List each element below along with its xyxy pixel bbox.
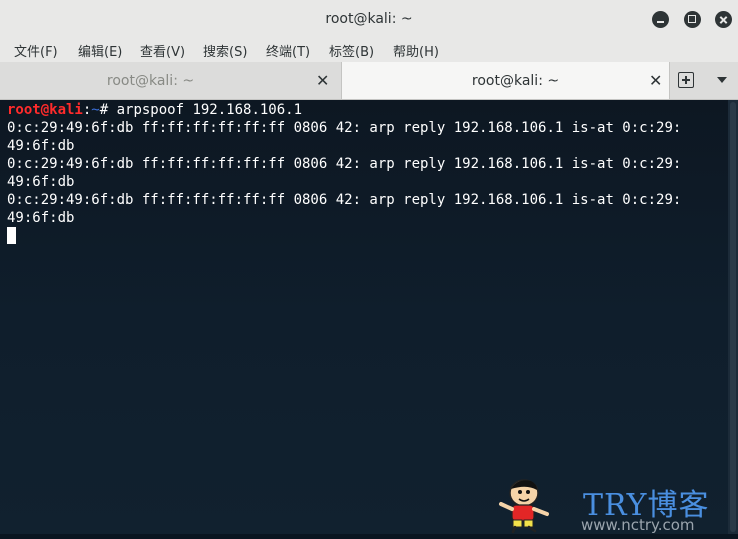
menu-bar: 文件(F) 编辑(E) 查看(V) 搜索(S) 终端(T) 标签(B) 帮助(H… [0,38,738,62]
tab-2[interactable]: root@kali: ~ ✕ [341,62,670,99]
watermark-url: www.nctry.com [581,516,695,534]
tab-close-icon[interactable]: ✕ [649,71,662,90]
prompt-path: ~ [91,102,100,118]
output-line: 0:c:29:49:6f:db ff:ff:ff:ff:ff:ff 0806 4… [7,120,682,136]
output-line: 49:6f:db [7,174,75,190]
command-text: arpspoof 192.168.106.1 [116,102,303,118]
tab-2-label: root@kali: ~ [471,73,560,89]
new-tab-icon[interactable] [678,72,694,88]
tab-bar: root@kali: ~ ✕ root@kali: ~ ✕ [0,62,738,100]
window-title: root@kali: ~ [325,11,413,27]
terminal-output[interactable]: root@kali:~# arpspoof 192.168.106.1 0:c:… [0,100,728,534]
menu-file[interactable]: 文件(F) [14,41,58,60]
output-line: 0:c:29:49:6f:db ff:ff:ff:ff:ff:ff 0806 4… [7,192,682,208]
menu-search[interactable]: 搜索(S) [203,41,247,60]
watermark: TRY博客 www.nctry.com [497,476,727,536]
menu-edit[interactable]: 编辑(E) [78,41,122,60]
tab-1-label: root@kali: ~ [106,73,195,89]
prompt-user: root@kali [7,102,83,118]
mascot-icon [499,479,549,534]
tab-close-icon[interactable]: ✕ [316,71,329,90]
prompt-line: root@kali:~# arpspoof 192.168.106.1 [7,101,728,119]
output-line: 49:6f:db [7,210,75,226]
maximize-icon[interactable] [684,11,701,28]
cursor-line [7,227,728,245]
menu-tabs[interactable]: 标签(B) [329,41,374,60]
close-icon[interactable] [715,11,732,28]
text-cursor [7,227,16,244]
menu-help[interactable]: 帮助(H) [393,41,439,60]
terminal-window: root@kali: ~ 文件(F) 编辑(E) 查看(V) 搜索(S) 终端(… [0,0,738,539]
output-line: 0:c:29:49:6f:db ff:ff:ff:ff:ff:ff 0806 4… [7,156,682,172]
menu-view[interactable]: 查看(V) [140,41,185,60]
minimize-icon[interactable] [652,11,669,28]
tab-1[interactable]: root@kali: ~ ✕ [5,62,336,99]
prompt-symbol: # [99,102,117,118]
scrollbar-thumb[interactable] [730,102,736,532]
output-line: 49:6f:db [7,138,75,154]
title-bar[interactable]: root@kali: ~ [0,0,738,38]
tab-menu-icon[interactable] [717,77,727,83]
menu-terminal[interactable]: 终端(T) [266,41,310,60]
